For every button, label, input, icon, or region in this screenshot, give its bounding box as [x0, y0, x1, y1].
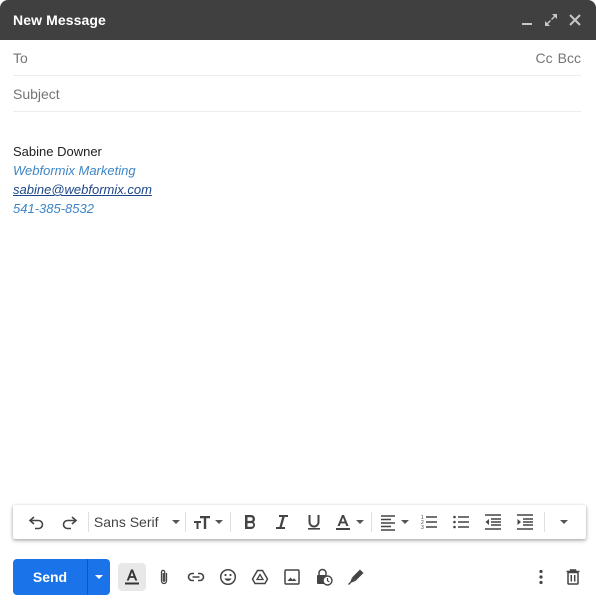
formatting-toolbar: Sans Serif 123 — [13, 505, 586, 539]
formatting-options-icon — [125, 569, 139, 585]
schedule-send-button[interactable] — [88, 559, 110, 595]
bold-icon — [245, 515, 256, 529]
insert-link-button[interactable] — [182, 563, 210, 591]
indent-more-button[interactable] — [513, 509, 537, 535]
signature-button[interactable] — [342, 563, 370, 591]
message-body[interactable]: Sabine Downer Webformix Marketing sabine… — [13, 142, 581, 218]
bulleted-list-button[interactable] — [449, 509, 473, 535]
attach-file-icon — [160, 569, 168, 585]
minimize-button[interactable] — [519, 12, 535, 28]
close-icon — [569, 14, 581, 26]
compose-titlebar[interactable]: New Message — [0, 0, 596, 40]
emoji-button[interactable] — [214, 563, 242, 591]
redo-icon — [62, 516, 78, 530]
drive-icon — [251, 569, 269, 585]
toolbar-divider — [544, 512, 546, 532]
signature-company: Webformix Marketing — [13, 163, 136, 178]
more-options-button[interactable] — [527, 563, 555, 591]
confidential-mode-icon — [317, 568, 333, 586]
to-input[interactable] — [27, 40, 536, 75]
compose-bottom-bar: Send — [13, 559, 587, 595]
window-controls — [519, 12, 583, 28]
indent-less-button[interactable] — [481, 509, 505, 535]
font-select[interactable]: Sans Serif — [94, 514, 182, 530]
indent-less-icon — [485, 514, 502, 530]
font-select-value: Sans Serif — [93, 514, 159, 530]
svg-text:3: 3 — [421, 525, 424, 531]
redo-button[interactable] — [57, 509, 81, 535]
discard-icon — [566, 569, 580, 585]
fullscreen-button[interactable] — [543, 12, 559, 28]
italic-button[interactable] — [270, 509, 294, 535]
insert-photo-button[interactable] — [278, 563, 306, 591]
numbered-list-button[interactable]: 123 — [417, 509, 441, 535]
text-size-icon — [194, 516, 211, 529]
minimize-icon — [522, 23, 532, 25]
signature-name: Sabine Downer — [13, 144, 102, 159]
toolbar-divider — [185, 512, 187, 532]
underline-button[interactable] — [302, 509, 326, 535]
cc-link[interactable]: Cc — [536, 50, 553, 66]
more-formatting-button[interactable] — [552, 509, 576, 535]
send-button[interactable]: Send — [13, 559, 88, 595]
send-button-group: Send — [13, 559, 110, 595]
signature-phone: 541-385-8532 — [13, 201, 94, 216]
chevron-down-icon — [95, 575, 103, 579]
text-size-button[interactable] — [193, 513, 224, 531]
emoji-icon — [219, 568, 237, 586]
align-button[interactable] — [379, 513, 410, 531]
formatting-options-button[interactable] — [118, 563, 146, 591]
subject-input[interactable] — [13, 76, 581, 111]
bulleted-list-icon — [453, 515, 470, 529]
confidential-mode-button[interactable] — [310, 563, 338, 591]
italic-icon — [276, 515, 289, 529]
insert-photo-icon — [284, 569, 300, 585]
more-formatting-icon — [560, 520, 569, 524]
chevron-down-icon — [401, 520, 410, 524]
toolbar-divider — [88, 512, 89, 532]
to-label: To — [13, 49, 28, 66]
align-icon — [381, 515, 396, 531]
undo-button[interactable] — [25, 509, 49, 535]
attach-file-button[interactable] — [150, 563, 178, 591]
chevron-down-icon — [215, 520, 224, 524]
indent-more-icon — [517, 514, 534, 530]
toolbar-divider — [230, 512, 232, 532]
chevron-down-icon — [172, 520, 181, 524]
chevron-down-icon — [356, 520, 365, 524]
close-button[interactable] — [567, 12, 583, 28]
bold-button[interactable] — [238, 509, 262, 535]
window-title: New Message — [13, 12, 106, 28]
insert-link-icon — [187, 572, 205, 582]
subject-field-row — [13, 76, 581, 112]
more-options-icon — [539, 569, 543, 585]
text-color-button[interactable] — [334, 513, 365, 531]
discard-draft-button[interactable] — [559, 563, 587, 591]
numbered-list-icon: 123 — [421, 515, 438, 531]
signature-icon — [348, 569, 364, 585]
text-color-icon — [336, 515, 351, 530]
signature-email-link[interactable]: sabine@webformix.com — [13, 180, 581, 199]
cc-bcc-links: Cc Bcc — [536, 50, 581, 66]
bcc-link[interactable]: Bcc — [558, 50, 581, 66]
toolbar-divider — [371, 512, 373, 532]
to-field-row: To Cc Bcc — [13, 40, 581, 76]
fullscreen-icon — [545, 14, 557, 26]
drive-button[interactable] — [246, 563, 274, 591]
underline-icon — [308, 515, 321, 530]
undo-icon — [28, 516, 44, 530]
